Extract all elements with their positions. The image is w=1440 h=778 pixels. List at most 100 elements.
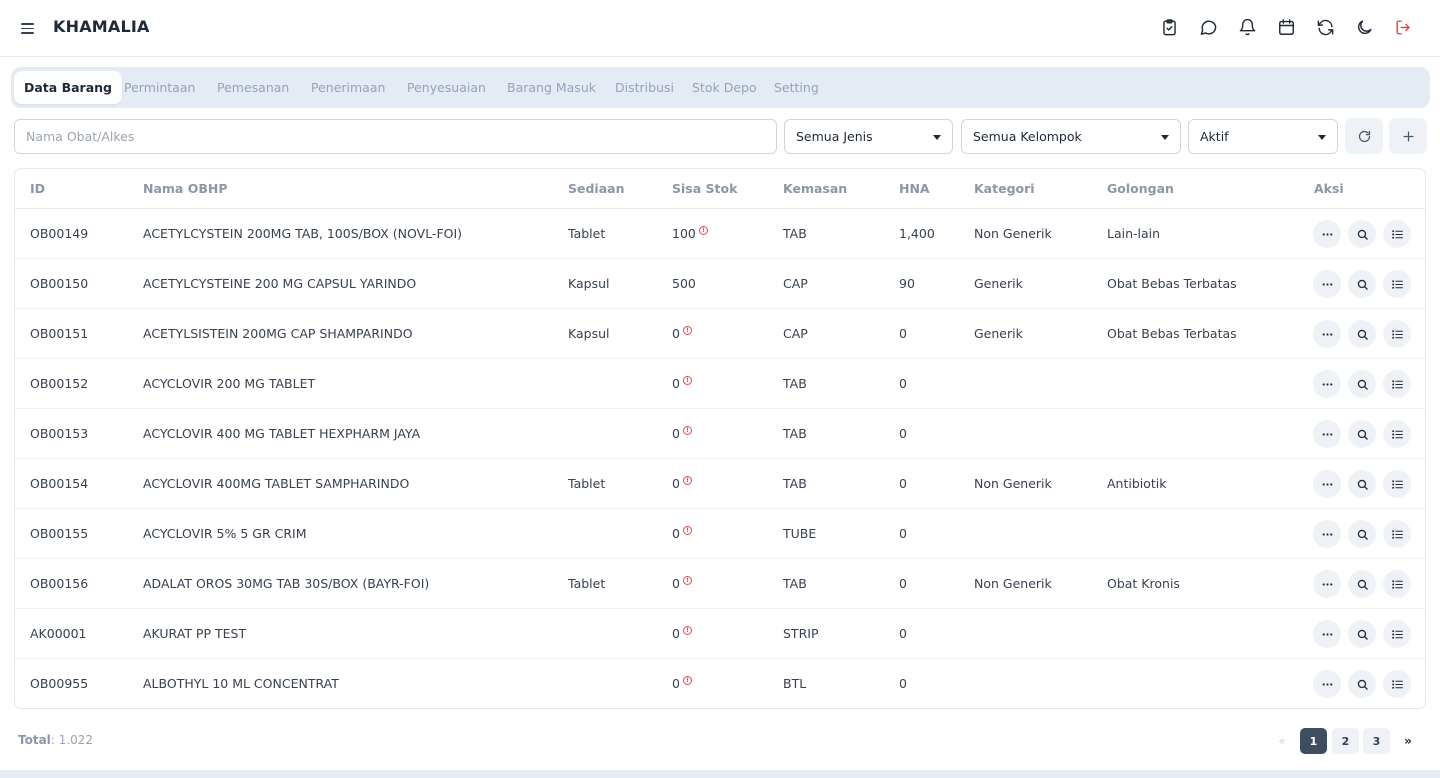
more-actions-button[interactable] [1313, 370, 1341, 398]
view-detail-button[interactable] [1348, 370, 1376, 398]
col-header-sediaan: Sediaan [568, 181, 625, 196]
list-detail-button[interactable] [1383, 220, 1411, 248]
pagination-page-2[interactable]: 2 [1332, 728, 1359, 754]
items-table: ID Nama OBHP Sediaan Sisa Stok Kemasan H… [14, 168, 1426, 709]
cell-nama-obhp-text: ACETYLSISTEIN 200MG CAP SHAMPARINDO [143, 326, 413, 341]
cell-sisa-stok-text: 100 [672, 226, 696, 241]
list-detail-button[interactable] [1383, 270, 1411, 298]
col-header-golongan: Golongan [1107, 181, 1174, 196]
more-dots-icon [1322, 282, 1332, 286]
moon-icon[interactable] [1353, 16, 1375, 38]
tab-penyesuaian[interactable]: Penyesuaian [407, 71, 486, 104]
cell-nama-obhp-text: ADALAT OROS 30MG TAB 30S/BOX (BAYR-FOI) [143, 576, 430, 591]
list-detail-button[interactable] [1383, 370, 1411, 398]
logout-icon[interactable] [1392, 16, 1414, 38]
status-select[interactable]: Aktif [1188, 119, 1338, 154]
table-row: OB00155 ACYCLOVIR 5% 5 GR CRIM 0! TUBE 0 [15, 509, 1425, 559]
more-dots-icon [1322, 332, 1332, 336]
view-detail-button[interactable] [1348, 620, 1376, 648]
cell-kemasan: TUBE [783, 509, 816, 559]
list-detail-button[interactable] [1383, 670, 1411, 698]
module-tabs: Data Barang Permintaan Pemesanan Penerim… [11, 67, 1430, 108]
more-actions-button[interactable] [1313, 620, 1341, 648]
cell-kategori-text: Non Generik [974, 226, 1052, 241]
view-detail-button[interactable] [1348, 270, 1376, 298]
more-actions-button[interactable] [1313, 270, 1341, 298]
list-detail-button[interactable] [1383, 570, 1411, 598]
cell-golongan-text: Obat Bebas Terbatas [1107, 326, 1237, 341]
list-detail-button[interactable] [1383, 520, 1411, 548]
table-row: OB00156 ADALAT OROS 30MG TAB 30S/BOX (BAY… [15, 559, 1425, 609]
refresh-icon[interactable] [1314, 16, 1336, 38]
cell-sediaan: Kapsul [568, 309, 609, 359]
cell-hna: 1,400 [899, 209, 935, 259]
view-detail-button[interactable] [1348, 320, 1376, 348]
hamburger-menu-icon[interactable] [18, 18, 38, 38]
cell-nama-obhp: ACETYLCYSTEIN 200MG TAB, 100S/BOX (NOVL-… [143, 209, 462, 259]
total-count: Total: 1.022 [18, 733, 93, 747]
tab-setting[interactable]: Setting [774, 71, 819, 104]
view-detail-button[interactable] [1348, 420, 1376, 448]
chat-icon[interactable] [1197, 16, 1219, 38]
cell-golongan: Lain-lain [1107, 209, 1160, 259]
cell-id-text: OB00155 [30, 526, 89, 541]
more-actions-button[interactable] [1313, 470, 1341, 498]
cell-hna: 0 [899, 459, 907, 509]
cell-id-text: OB00150 [30, 276, 89, 291]
search-input[interactable] [26, 121, 776, 152]
more-actions-button[interactable] [1313, 320, 1341, 348]
add-item-button[interactable] [1389, 118, 1427, 154]
bell-icon[interactable] [1236, 16, 1258, 38]
view-detail-button[interactable] [1348, 570, 1376, 598]
cell-id: OB00153 [30, 409, 88, 459]
tab-penerimaan[interactable]: Penerimaan [311, 71, 385, 104]
tab-distribusi[interactable]: Distribusi [615, 71, 674, 104]
cell-id: OB00151 [30, 309, 88, 359]
pagination-next-button[interactable]: » [1398, 728, 1418, 754]
cell-hna-text: 0 [899, 626, 907, 641]
clipboard-check-icon[interactable] [1158, 16, 1180, 38]
view-detail-button[interactable] [1348, 220, 1376, 248]
tab-stok-depo[interactable]: Stok Depo [692, 71, 757, 104]
calendar-icon[interactable] [1275, 16, 1297, 38]
bottom-strip [0, 770, 1440, 778]
chevron-down-icon [1318, 135, 1326, 140]
more-actions-button[interactable] [1313, 570, 1341, 598]
view-detail-button[interactable] [1348, 670, 1376, 698]
cell-sisa-stok-text: 0 [672, 526, 680, 541]
cell-sediaan-text: Tablet [568, 226, 606, 241]
pagination-prev-button[interactable]: « [1272, 728, 1292, 754]
list-detail-button[interactable] [1383, 320, 1411, 348]
cell-kategori-text: Non Generik [974, 576, 1052, 591]
cell-kemasan-text: STRIP [783, 626, 819, 641]
jenis-select[interactable]: Semua Jenis [784, 119, 953, 154]
view-detail-button[interactable] [1348, 520, 1376, 548]
pagination-page-1[interactable]: 1 [1300, 728, 1327, 754]
list-icon [1391, 529, 1403, 539]
view-detail-button[interactable] [1348, 470, 1376, 498]
more-actions-button[interactable] [1313, 670, 1341, 698]
warning-icon: ! [682, 376, 692, 385]
cell-sisa-stok: 0! [672, 659, 692, 708]
more-actions-button[interactable] [1313, 520, 1341, 548]
tab-pemesanan[interactable]: Pemesanan [217, 71, 289, 104]
reload-button[interactable] [1345, 118, 1383, 154]
pagination-page-3[interactable]: 3 [1363, 728, 1390, 754]
more-dots-icon [1322, 682, 1332, 686]
tab-barang-masuk[interactable]: Barang Masuk [507, 71, 596, 104]
list-detail-button[interactable] [1383, 420, 1411, 448]
col-header-nama: Nama OBHP [143, 181, 228, 196]
kelompok-select[interactable]: Semua Kelompok [961, 119, 1181, 154]
cell-kemasan: TAB [783, 559, 807, 609]
more-actions-button[interactable] [1313, 420, 1341, 448]
list-detail-button[interactable] [1383, 470, 1411, 498]
more-actions-button[interactable] [1313, 220, 1341, 248]
cell-nama-obhp-text: ALBOTHYL 10 ML CONCENTRAT [143, 676, 339, 691]
table-row: OB00153 ACYCLOVIR 400 MG TABLET HEXPHARM … [15, 409, 1425, 459]
cell-id: OB00149 [30, 209, 88, 259]
tab-permintaan[interactable]: Permintaan [124, 71, 195, 104]
cell-kategori-text: Non Generik [974, 476, 1052, 491]
list-detail-button[interactable] [1383, 620, 1411, 648]
tab-data-barang[interactable]: Data Barang [14, 71, 122, 104]
cell-hna: 0 [899, 309, 907, 359]
